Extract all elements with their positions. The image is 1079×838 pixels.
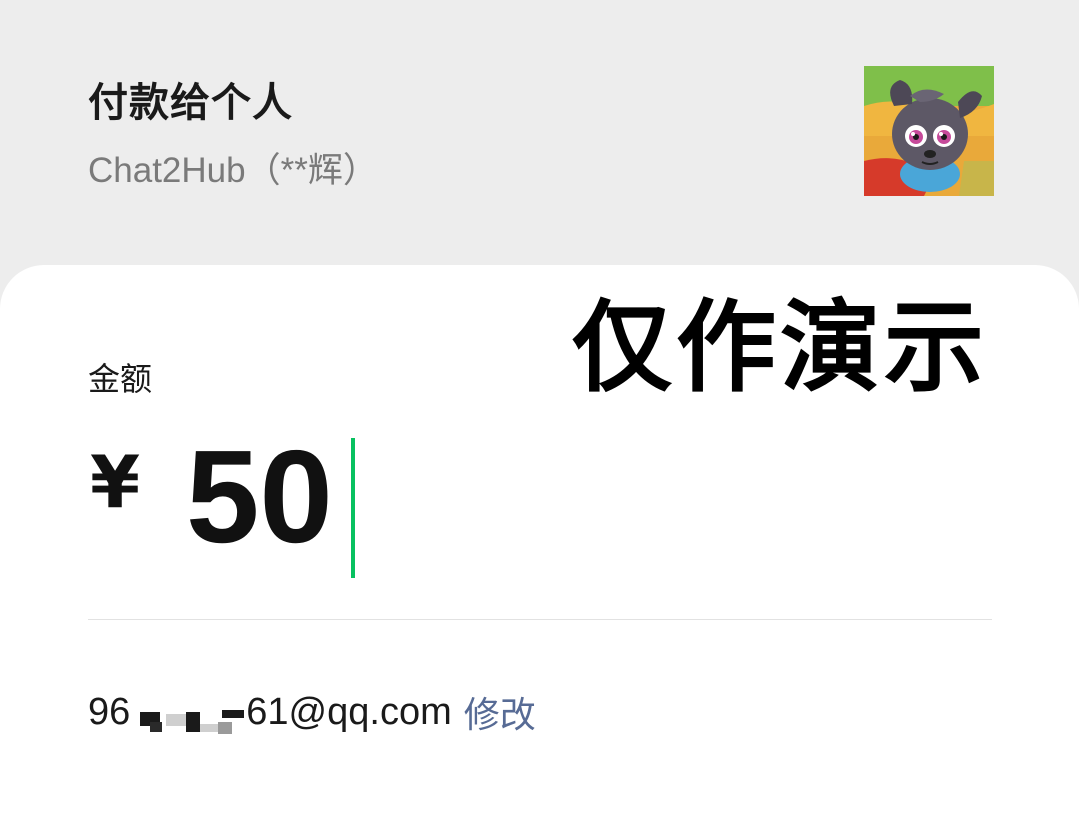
- text-caret: [351, 438, 355, 578]
- email-prefix: 96: [88, 690, 131, 733]
- payment-page: 付款给个人 Chat2Hub（**辉） 仅作演示 金额 ¥ 50 96 61@q…: [0, 0, 1079, 838]
- demo-watermark: 仅作演示: [572, 289, 988, 406]
- edit-email-link[interactable]: 修改: [464, 686, 536, 738]
- payee-header: 付款给个人 Chat2Hub（**辉）: [0, 0, 1079, 270]
- amount-label: 金额: [88, 360, 153, 398]
- currency-symbol: ¥: [90, 440, 141, 524]
- amount-input[interactable]: 50: [186, 424, 333, 569]
- payer-email-row: 96 61@qq.com 修改: [88, 686, 536, 738]
- cartoon-dog-avatar-icon: [864, 66, 994, 196]
- payee-name: Chat2Hub（**辉）: [88, 151, 378, 190]
- page-title: 付款给个人: [88, 80, 293, 126]
- email-suffix: 61@qq.com: [246, 690, 452, 733]
- payee-avatar[interactable]: [864, 66, 994, 196]
- divider: [88, 619, 992, 620]
- email-redaction-mask: [132, 692, 245, 734]
